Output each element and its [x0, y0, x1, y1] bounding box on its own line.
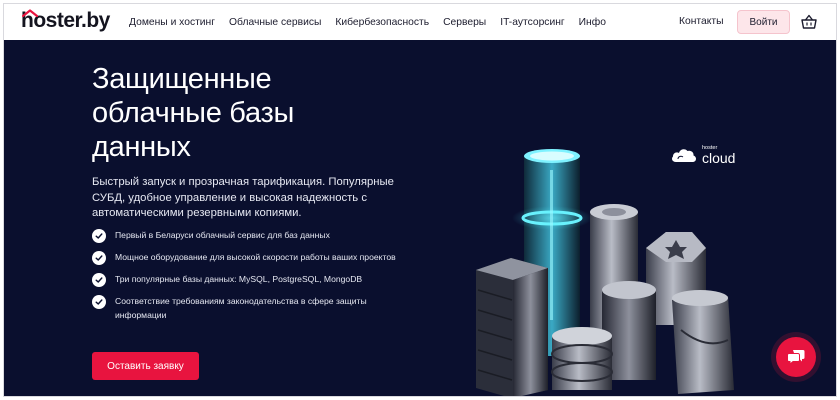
check-icon: [92, 295, 106, 309]
check-icon: [92, 251, 106, 265]
hero-title: Защищенные облачные базы данных: [92, 63, 294, 163]
feature-item: Мощное оборудование для высокой скорости…: [92, 251, 412, 265]
submit-request-button[interactable]: Оставить заявку: [92, 352, 199, 380]
nav-item-servers[interactable]: Серверы: [443, 17, 486, 28]
chat-button[interactable]: [776, 337, 816, 377]
hero-section: Защищенные облачные базы данных Быстрый …: [4, 40, 836, 396]
nav-item-info[interactable]: Инфо: [579, 17, 606, 28]
check-icon: [92, 273, 106, 287]
database-servers-illustration: [476, 149, 734, 396]
chat-icon: [787, 350, 805, 365]
nav-item-it-outsourcing[interactable]: IT-аутсорсинг: [500, 17, 564, 28]
nav-item-cloud-services[interactable]: Облачные сервисы: [229, 17, 321, 28]
feature-list: Первый в Беларуси облачный сервис для ба…: [92, 229, 412, 330]
basket-icon[interactable]: [800, 13, 818, 31]
logo[interactable]: hoster.by: [21, 7, 110, 35]
feature-text: Три популярные базы данных: MySQL, Postg…: [115, 274, 363, 284]
hero-description: Быстрый запуск и прозрачная тарификация.…: [92, 176, 394, 219]
feature-text: Соответствие требованиям законодательств…: [115, 296, 367, 320]
feature-text: Мощное оборудование для высокой скорости…: [115, 252, 396, 262]
main-nav: Домены и хостинг Облачные сервисы Киберб…: [129, 4, 620, 40]
feature-item: Три популярные базы данных: MySQL, Postg…: [92, 273, 412, 287]
contacts-link[interactable]: Контакты: [679, 16, 723, 27]
house-roof-icon: [22, 9, 38, 17]
nav-item-cybersecurity[interactable]: Кибербезопасность: [335, 17, 429, 28]
login-button[interactable]: Войти: [737, 10, 790, 34]
feature-text: Первый в Беларуси облачный сервис для ба…: [115, 230, 330, 240]
feature-item: Первый в Беларуси облачный сервис для ба…: [92, 229, 412, 243]
feature-item: Соответствие требованиям законодательств…: [92, 295, 412, 322]
nav-item-domains-hosting[interactable]: Домены и хостинг: [129, 17, 215, 28]
site-header: hoster.by Домены и хостинг Облачные серв…: [4, 4, 836, 40]
check-icon: [92, 229, 106, 243]
page-frame: hoster.by Домены и хостинг Облачные серв…: [3, 3, 837, 397]
